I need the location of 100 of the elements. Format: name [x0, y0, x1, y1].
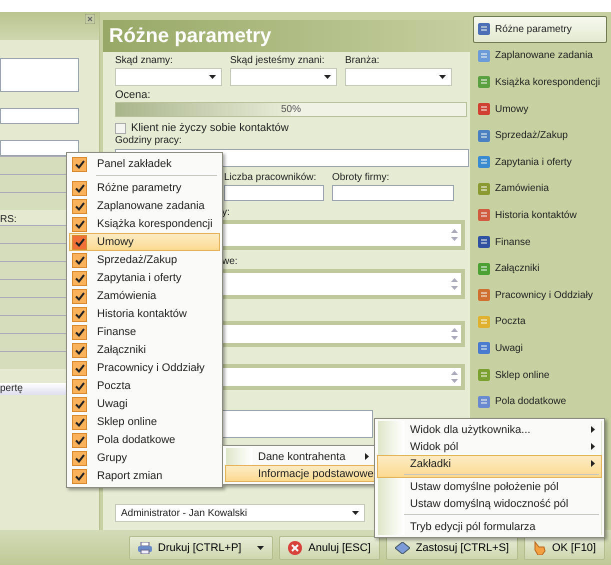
sidebar-item[interactable]: Poczta: [473, 308, 607, 336]
spin-arrows-icon[interactable]: [451, 277, 458, 291]
checkbox[interactable]: [115, 122, 126, 134]
menu-item[interactable]: Ustaw domyślną widoczność pól: [377, 495, 602, 518]
checkbox[interactable]: [72, 252, 87, 268]
sidebar-item[interactable]: Finanse: [473, 228, 607, 256]
menu-item[interactable]: Raport zmian: [69, 467, 220, 485]
checkbox[interactable]: [72, 288, 87, 304]
menu-item[interactable]: Umowy: [69, 233, 220, 251]
menu-item[interactable]: Różne parametry: [69, 179, 220, 197]
checkbox[interactable]: [72, 306, 87, 322]
dropdown-arrow-icon: [324, 75, 331, 79]
tile-icon: [478, 262, 490, 275]
checkbox[interactable]: [72, 324, 87, 340]
menu-item[interactable]: Sklep online: [69, 413, 220, 431]
checkbox[interactable]: [72, 198, 87, 214]
menu-item[interactable]: Grupy: [69, 449, 220, 467]
sidebar-item[interactable]: Zapytania i oferty: [473, 148, 607, 176]
spin-arrows-icon[interactable]: [451, 228, 458, 242]
menu-item[interactable]: Ustaw domyślne położenie pól: [377, 478, 602, 495]
tile-icon: [478, 369, 490, 382]
menu-item[interactable]: Pola dodatkowe: [69, 431, 220, 449]
close-icon[interactable]: [85, 14, 95, 24]
sidebar-item[interactable]: Umowy: [473, 96, 607, 122]
menu-item[interactable]: Widok pól: [377, 438, 602, 455]
checkbox[interactable]: [72, 180, 87, 196]
submenu-arrow-icon: [591, 426, 595, 433]
cancel-icon: [288, 540, 302, 554]
checkbox[interactable]: [72, 432, 87, 448]
dropdown-arrow-icon: [257, 546, 264, 550]
checkbox[interactable]: [72, 216, 87, 232]
field-label: Branża:: [345, 55, 380, 66]
field-label: Skąd jesteśmy znani:: [230, 55, 324, 66]
checkbox[interactable]: [72, 342, 87, 358]
field-label: Godziny pracy:: [115, 135, 182, 146]
tile-icon: [478, 182, 490, 195]
tile-icon: [478, 23, 490, 36]
sidebar-item[interactable]: Sklep online: [473, 362, 607, 388]
sidebar-item[interactable]: Zaplanowane zadania: [473, 42, 607, 70]
checkbox[interactable]: [72, 234, 87, 250]
checkbox[interactable]: [72, 414, 87, 430]
sidebar-item[interactable]: Pracownicy i Oddziały: [473, 282, 607, 309]
submenu-arrow-icon: [591, 460, 595, 467]
menu-item[interactable]: Zaplanowane zadania: [69, 197, 220, 215]
menu-item[interactable]: Widok dla użytkownika...: [377, 421, 602, 438]
text-field[interactable]: [332, 185, 454, 201]
menu-item[interactable]: Uwagi: [69, 395, 220, 413]
menu-item[interactable]: Zakładki: [377, 455, 602, 478]
tile-icon: [478, 342, 490, 354]
checkbox[interactable]: [72, 396, 87, 412]
menu-item[interactable]: Tryb edycji pól formularza: [377, 518, 602, 535]
action-button[interactable]: Drukuj [CTRL+P]: [128, 536, 274, 560]
menu-item[interactable]: Sprzedaż/Zakup: [69, 251, 220, 269]
field-label: Liczba pracowników:: [224, 172, 316, 183]
owner-combo[interactable]: Administrator - Jan Kowalski: [115, 504, 365, 522]
tile-icon: [478, 396, 490, 408]
menu-item[interactable]: Finanse: [69, 323, 220, 341]
menu-item[interactable]: Pracownicy i Oddziały: [69, 359, 220, 377]
text-field[interactable]: [0, 108, 79, 124]
menu-item[interactable]: Zapytania i oferty: [69, 269, 220, 287]
sidebar-item[interactable]: Pola dodatkowe: [473, 388, 607, 415]
dropdown-arrow-icon: [352, 511, 359, 515]
printer-icon: [138, 542, 152, 554]
menu-item[interactable]: Panel zakładek: [69, 155, 220, 179]
field-label: Ocena:: [115, 89, 150, 101]
sidebar-item[interactable]: Załączniki: [473, 255, 607, 282]
spin-arrows-icon[interactable]: [451, 327, 458, 341]
text-field[interactable]: [0, 58, 79, 92]
field-label: Obroty firmy:: [332, 172, 390, 183]
sidebar-item[interactable]: Sprzedaż/Zakup: [473, 122, 607, 149]
menu-item[interactable]: Książka korespondencji: [69, 215, 220, 233]
checkbox[interactable]: [72, 360, 87, 376]
checkbox[interactable]: [72, 468, 87, 484]
menu-item[interactable]: Historia kontaktów: [69, 305, 220, 323]
tile-icon: [478, 209, 490, 222]
field-label: RS:: [0, 214, 17, 225]
sidebar-item[interactable]: Historia kontaktów: [473, 202, 607, 229]
sidebar-item[interactable]: Uwagi: [473, 335, 607, 362]
tile-icon: [478, 130, 490, 142]
rating-bar[interactable]: 50%: [115, 102, 467, 117]
spin-arrows-icon[interactable]: [451, 370, 458, 384]
tile-icon: [478, 316, 490, 328]
menu-item[interactable]: Załączniki: [69, 341, 220, 359]
sidebar-item[interactable]: Książka korespondencji: [473, 69, 607, 96]
menu-item[interactable]: Zamówienia: [69, 287, 220, 305]
checkbox[interactable]: [72, 270, 87, 286]
submenu-arrow-icon: [591, 443, 595, 450]
dropdown-arrow-icon: [209, 75, 216, 79]
tile-icon: [478, 289, 490, 302]
text-field[interactable]: [0, 140, 79, 156]
checkbox[interactable]: [72, 156, 87, 172]
action-button[interactable]: Anuluj [ESC]: [279, 536, 380, 560]
checkbox[interactable]: [72, 450, 87, 466]
checkbox[interactable]: [72, 378, 87, 394]
section-title: Różne parametry: [103, 20, 470, 52]
dropdown-arrow-icon: [439, 75, 446, 79]
text-field[interactable]: [224, 185, 324, 201]
sidebar-item[interactable]: Różne parametry: [473, 16, 607, 43]
menu-item[interactable]: Informacje podstawowe: [225, 465, 376, 482]
sidebar-item[interactable]: Zamówienia: [473, 176, 607, 202]
